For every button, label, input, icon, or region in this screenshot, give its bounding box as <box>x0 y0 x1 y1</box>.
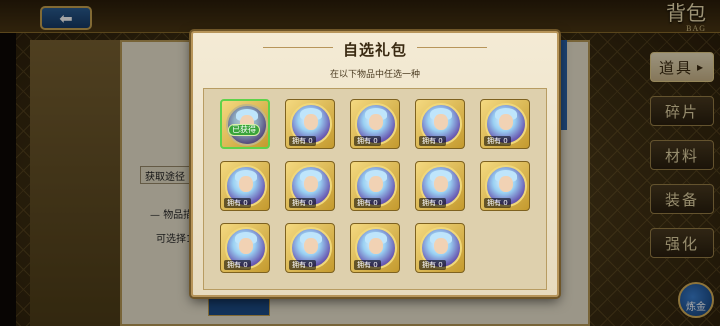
gift-item-slot[interactable]: 拥有 0 <box>415 99 465 149</box>
gift-item-slot[interactable]: 拥有 0 <box>415 161 465 211</box>
owned-count: 拥有 0 <box>419 198 446 208</box>
owned-count: 拥有 0 <box>419 260 446 270</box>
gift-item-slot[interactable]: 拥有 0 <box>350 223 400 273</box>
owned-count: 拥有 0 <box>289 260 316 270</box>
portrait-face <box>239 238 253 254</box>
portrait-face <box>369 176 383 192</box>
gift-item-slot[interactable]: 拥有 0 <box>285 161 335 211</box>
choose-gift-pack-dialog: 自选礼包 在以下物品中任选一种 已获得拥有 0 拥有 0 拥有 0 拥有 0 拥有 0 拥… <box>191 31 559 297</box>
dialog-title: 自选礼包 <box>342 41 407 59</box>
owned-count: 拥有 0 <box>354 260 381 270</box>
owned-count: 拥有 0 <box>484 136 511 146</box>
item-grid: 已获得拥有 0 拥有 0 拥有 0 拥有 0 拥有 0 拥有 0 拥有 0 拥有 0 拥有 0 拥… <box>203 88 547 290</box>
portrait-face <box>434 114 448 130</box>
owned-count: 拥有 0 <box>224 260 251 270</box>
gift-item-slot[interactable]: 拥有 0 <box>350 99 400 149</box>
gift-item-slot[interactable]: 拥有 0 <box>220 161 270 211</box>
owned-count: 拥有 0 <box>419 136 446 146</box>
portrait-face <box>369 114 383 130</box>
gift-item-slot[interactable]: 已获得 <box>220 99 270 149</box>
gift-item-slot[interactable]: 拥有 0 <box>220 223 270 273</box>
gift-item-slot[interactable]: 拥有 0 <box>480 99 530 149</box>
obtained-badge: 已获得 <box>228 124 260 136</box>
owned-count: 拥有 0 <box>289 136 316 146</box>
portrait-face <box>499 176 513 192</box>
owned-count: 拥有 0 <box>224 198 251 208</box>
portrait-face <box>434 238 448 254</box>
dialog-subtitle: 在以下物品中任选一种 <box>329 70 420 80</box>
portrait-face <box>304 238 318 254</box>
gift-item-slot[interactable]: 拥有 0 <box>480 161 530 211</box>
portrait-face <box>304 114 318 130</box>
portrait-face <box>239 176 253 192</box>
owned-count: 拥有 0 <box>354 198 381 208</box>
owned-count: 拥有 0 <box>354 136 381 146</box>
gift-item-slot[interactable]: 拥有 0 <box>350 161 400 211</box>
portrait-face <box>434 176 448 192</box>
gift-item-slot[interactable]: 拥有 0 <box>285 223 335 273</box>
portrait-face <box>369 238 383 254</box>
portrait-face <box>499 114 513 130</box>
portrait-face <box>304 176 318 192</box>
owned-count: 拥有 0 <box>484 198 511 208</box>
gift-item-slot[interactable]: 拥有 0 <box>285 99 335 149</box>
gift-item-slot[interactable]: 拥有 0 <box>415 223 465 273</box>
owned-count: 拥有 0 <box>289 198 316 208</box>
